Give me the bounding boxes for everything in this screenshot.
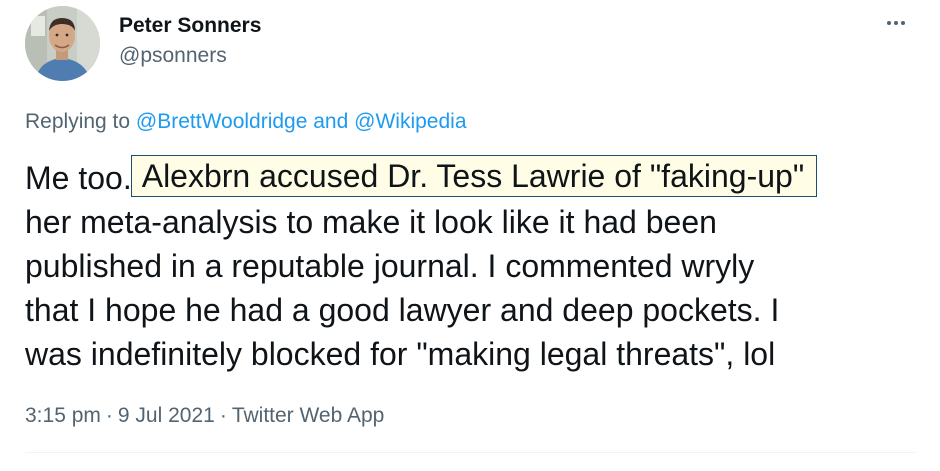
- tweet-line-1: Me too. Alexbrn accused Dr. Tess Lawrie o…: [25, 155, 930, 200]
- mention-wikipedia[interactable]: @Wikipedia: [354, 110, 466, 133]
- tweet-card: Peter Sonners @psonners Replying to @Bre…: [0, 0, 940, 471]
- tweet-source[interactable]: Twitter Web App: [232, 404, 385, 427]
- mention-brettwooldridge[interactable]: @BrettWooldridge: [136, 110, 308, 133]
- more-horizontal-icon[interactable]: [876, 10, 916, 36]
- tweet-text-lead: Me too.: [25, 160, 132, 196]
- tweet-line-3: published in a reputable journal. I comm…: [25, 248, 755, 284]
- tweet-line-5: was indefinitely blocked for "making leg…: [25, 336, 776, 372]
- tweet-date[interactable]: 9 Jul 2021: [118, 404, 215, 427]
- meta-separator: ·: [105, 404, 113, 427]
- avatar-photo: [25, 6, 100, 81]
- tweet-line-2: her meta-analysis to make it look like i…: [25, 204, 717, 240]
- tweet-metadata: 3:15 pm · 9 Jul 2021 · Twitter Web App: [25, 403, 384, 429]
- tweet-line-4: that I hope he had a good lawyer and dee…: [25, 292, 780, 328]
- user-handle[interactable]: @psonners: [119, 43, 261, 69]
- author-info: Peter Sonners @psonners: [119, 13, 261, 69]
- tweet-time[interactable]: 3:15 pm: [25, 404, 101, 427]
- highlight-box: Alexbrn accused Dr. Tess Lawrie of "faki…: [130, 155, 818, 197]
- avatar[interactable]: [25, 6, 100, 81]
- replying-prefix: Replying to: [25, 110, 136, 133]
- meta-separator: ·: [219, 404, 227, 427]
- divider: [25, 452, 915, 453]
- tweet-text: Me too. Alexbrn accused Dr. Tess Lawrie o…: [25, 155, 930, 376]
- replying-to: Replying to @BrettWooldridge and @Wikipe…: [25, 109, 467, 135]
- mention-joiner[interactable]: and: [307, 110, 354, 133]
- display-name[interactable]: Peter Sonners: [119, 13, 261, 39]
